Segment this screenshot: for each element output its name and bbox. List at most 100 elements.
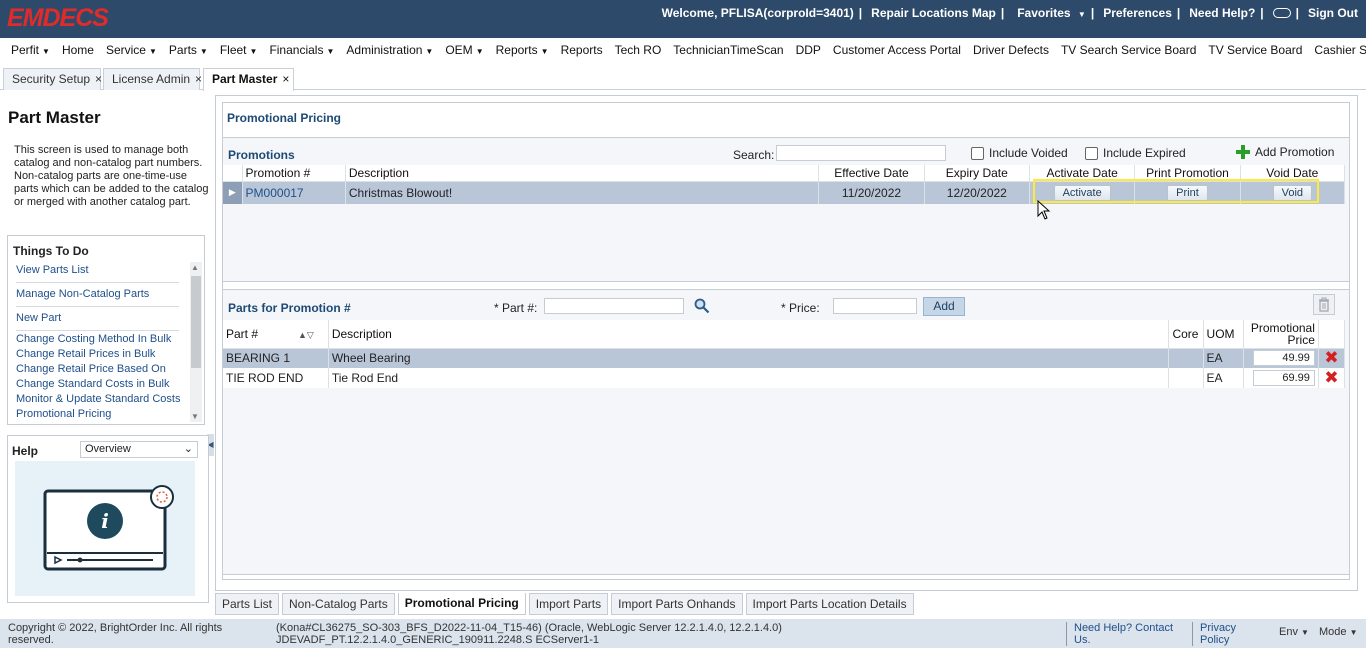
- task-link[interactable]: New Part: [16, 308, 179, 331]
- close-icon[interactable]: ×: [195, 72, 202, 86]
- menu-item-administration[interactable]: Administration ▼: [346, 43, 433, 57]
- task-link[interactable]: Manage Non-Catalog Parts: [16, 284, 179, 307]
- column-header[interactable]: Part # ▲▽: [223, 320, 329, 349]
- search-icon[interactable]: [694, 298, 710, 314]
- part-number-input[interactable]: [544, 298, 684, 314]
- menu-item-cashier-shift[interactable]: Cashier Shift: [1314, 43, 1366, 57]
- menu-item-tech-ro[interactable]: Tech RO: [615, 43, 662, 57]
- menu-item-tv-search-service-board[interactable]: TV Search Service Board: [1061, 43, 1196, 57]
- menu-item-ddp[interactable]: DDP: [796, 43, 821, 57]
- menu-item-label: Reports: [495, 43, 538, 57]
- column-header[interactable]: Core: [1168, 320, 1204, 349]
- menu-item-parts[interactable]: Parts ▼: [169, 43, 208, 57]
- tab-part-master[interactable]: Part Master ×: [203, 68, 294, 91]
- delete-icon[interactable]: ✖: [1324, 368, 1338, 387]
- column-header[interactable]: Promotional Price: [1243, 320, 1319, 349]
- privacy-policy-link[interactable]: Privacy Policy: [1192, 622, 1252, 646]
- menu-item-tv-service-board[interactable]: TV Service Board: [1208, 43, 1302, 57]
- menu-item-service[interactable]: Service ▼: [106, 43, 157, 57]
- promotional-price-input[interactable]: 69.99: [1252, 370, 1315, 386]
- search-input[interactable]: [776, 145, 946, 161]
- checkbox-box[interactable]: [1085, 146, 1098, 160]
- chevron-down-icon: ▼: [475, 47, 484, 56]
- checkbox-box[interactable]: [971, 146, 984, 160]
- chevron-down-icon: ▼: [1301, 628, 1309, 637]
- scroll-down-icon[interactable]: ▼: [191, 412, 199, 421]
- add-part-button[interactable]: Add: [923, 297, 965, 316]
- menu-item-perfit[interactable]: Perfit ▼: [11, 43, 50, 57]
- column-header[interactable]: Activate Date: [1029, 165, 1136, 182]
- column-header[interactable]: Print Promotion: [1134, 165, 1241, 182]
- menu-item-driver-defects[interactable]: Driver Defects: [973, 43, 1049, 57]
- menu-item-customer-access-portal[interactable]: Customer Access Portal: [833, 43, 961, 57]
- price-input[interactable]: [833, 298, 917, 314]
- tab-security-setup[interactable]: Security Setup ×: [3, 68, 102, 90]
- preferences-link[interactable]: Preferences: [1103, 6, 1172, 20]
- part-description: Wheel Bearing: [328, 348, 1170, 368]
- chat-icon[interactable]: [1272, 8, 1291, 18]
- tab-import-parts-onhands[interactable]: Import Parts Onhands: [611, 593, 743, 615]
- scroll-thumb[interactable]: [191, 276, 201, 368]
- search-label: Search:: [733, 148, 775, 162]
- menu-item-oem[interactable]: OEM ▼: [445, 43, 483, 57]
- task-link[interactable]: Change Costing Method In Bulk: [16, 332, 179, 347]
- sort-icon[interactable]: ▲▽: [298, 330, 314, 341]
- help-video-thumbnail[interactable]: i: [15, 461, 195, 596]
- menu-item-financials[interactable]: Financials ▼: [269, 43, 334, 57]
- promotion-number-link[interactable]: PM000017: [242, 181, 346, 204]
- menu-item-reports[interactable]: Reports ▼: [496, 43, 549, 57]
- delete-icon[interactable]: ✖: [1324, 348, 1338, 367]
- void-button[interactable]: Void: [1272, 184, 1313, 201]
- task-link[interactable]: Change Standard Costs in Bulk: [16, 377, 179, 392]
- tab-import-parts[interactable]: Import Parts: [528, 593, 609, 615]
- delete-cell: ✖: [1318, 348, 1346, 368]
- need-help-link[interactable]: Need Help?: [1189, 6, 1255, 20]
- activate-button[interactable]: Activate: [1053, 184, 1111, 201]
- table-row[interactable]: BEARING 1 Wheel Bearing EA 49.99 ✖: [223, 348, 1346, 368]
- tab-import-parts-location-details[interactable]: Import Parts Location Details: [745, 593, 914, 615]
- favorites-menu[interactable]: Favorites ▼: [1013, 6, 1086, 20]
- row-expand-icon[interactable]: ▶: [223, 181, 243, 204]
- need-help-contact-link[interactable]: Need Help? Contact Us.: [1066, 622, 1178, 646]
- help-topic-select[interactable]: Overview ⌄: [80, 441, 198, 458]
- promotional-price-input[interactable]: 49.99: [1252, 350, 1315, 367]
- column-header[interactable]: Description: [328, 320, 1170, 349]
- tab-promotional-pricing[interactable]: Promotional Pricing: [397, 593, 526, 615]
- column-header[interactable]: UOM: [1203, 320, 1244, 349]
- task-link[interactable]: Change Retail Prices in Bulk: [16, 347, 179, 362]
- task-link[interactable]: View Parts List: [16, 260, 179, 283]
- print-button[interactable]: Print: [1167, 184, 1208, 201]
- include-voided-checkbox[interactable]: Include Voided: [971, 146, 1068, 160]
- task-link[interactable]: Monitor & Update Standard Costs: [16, 392, 180, 407]
- close-icon[interactable]: ×: [282, 72, 289, 86]
- tab-parts-list[interactable]: Parts List: [215, 593, 280, 615]
- void-cell: Void: [1240, 181, 1346, 204]
- menu-item-home[interactable]: Home: [62, 43, 94, 57]
- repair-locations-map-link[interactable]: Repair Locations Map: [871, 6, 996, 20]
- task-link[interactable]: Promotional Pricing: [16, 407, 179, 422]
- svg-text:i: i: [101, 509, 109, 533]
- scroll-up-icon[interactable]: ▲: [191, 263, 199, 272]
- app-logo[interactable]: EMDECS: [7, 4, 109, 33]
- table-row[interactable]: TIE ROD END Tie Rod End EA 69.99 ✖: [223, 368, 1346, 388]
- tab-license-admin[interactable]: License Admin ×: [103, 68, 202, 90]
- menu-item-reports[interactable]: Reports: [561, 43, 603, 57]
- sign-out-link[interactable]: Sign Out: [1308, 6, 1358, 20]
- include-expired-checkbox[interactable]: Include Expired: [1085, 146, 1186, 160]
- menu-item-fleet[interactable]: Fleet ▼: [220, 43, 258, 57]
- tab-non-catalog-parts[interactable]: Non-Catalog Parts: [282, 593, 395, 615]
- column-header[interactable]: Expiry Date: [924, 165, 1030, 182]
- task-link[interactable]: Change Retail Price Based On: [16, 362, 179, 377]
- close-icon[interactable]: ×: [95, 72, 102, 86]
- table-row[interactable]: ▶ PM000017 Christmas Blowout! 11/20/2022…: [223, 181, 1346, 204]
- column-header[interactable]: Promotion #: [242, 165, 346, 182]
- trash-icon[interactable]: [1313, 294, 1335, 315]
- column-header[interactable]: Effective Date: [818, 165, 925, 182]
- add-promotion-button[interactable]: Add Promotion: [1236, 145, 1334, 159]
- mode-menu[interactable]: Mode ▼: [1319, 626, 1358, 638]
- column-header[interactable]: Void Date: [1240, 165, 1346, 182]
- menu-item-techniciantimescan[interactable]: TechnicianTimeScan: [673, 43, 783, 57]
- env-menu[interactable]: Env ▼: [1279, 626, 1309, 638]
- column-header[interactable]: Description: [345, 165, 820, 182]
- scrollbar[interactable]: ▲ ▼: [190, 262, 202, 422]
